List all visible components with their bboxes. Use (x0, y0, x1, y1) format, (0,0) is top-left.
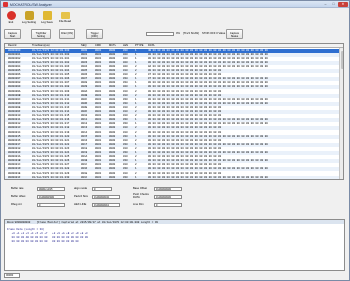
buffer-offset-field[interactable]: 0x00000300 (37, 194, 65, 199)
pack-size-field[interactable]: 0x00000040 (92, 194, 120, 199)
vertical-scrollbar[interactable] (339, 48, 343, 179)
window-title: MOCHATROL/SW Analyzer (10, 2, 52, 7)
rbeg-label: Rbeg cnt (11, 203, 22, 206)
exit-label: Exit (8, 20, 14, 24)
toolbar: Exit Log Setting Log Save File Read (3, 10, 349, 26)
exit-icon (6, 11, 16, 20)
pack-size-label: Pack'd Size (74, 195, 88, 198)
header-data[interactable]: DATA (148, 44, 343, 48)
capture-controls: Capture Start Trig/Filter Setting Filter… (4, 29, 348, 39)
detail-line: 00 00 00 00 00 00 00 00 00 00 00 00 00 0… (7, 240, 79, 243)
buffer-offset-label: Buffer offset (11, 195, 26, 198)
detail-line: +0 +1 +2 +3 +4 +5 +6 +7 +8 +9 +A +B +C +… (7, 232, 88, 235)
detail-line: 00 00 00 4B 00 00 00 00 00 00 00 00 00 0… (7, 236, 88, 239)
buffer-rate-label: Buffer rate (11, 187, 24, 190)
stop-status: STOP-OFF 0 Value (202, 32, 226, 36)
buffer-rate-field[interactable]: 0000xx015 (37, 186, 65, 191)
header-timestamp[interactable]: TimeStamp(us) (32, 44, 80, 48)
line-dim-label: Line Dim (133, 203, 144, 206)
maximize-button[interactable]: □ (330, 2, 337, 7)
scrollbar-thumb[interactable] (340, 51, 343, 69)
base-offset-field[interactable]: 0x00000000 (154, 186, 182, 191)
app-icon (3, 2, 8, 7)
close-button[interactable]: ✕ (338, 2, 348, 7)
trigger-button[interactable]: Trigger [OFF] (86, 29, 103, 39)
capture-status-button[interactable]: Capture Status (226, 29, 243, 39)
header-seq[interactable]: SEQ (81, 44, 94, 48)
hex-line-label: HEX LINE (74, 203, 87, 206)
progress-text: 0% (176, 32, 180, 36)
title-bar: MOCHATROL/SW Analyzer – □ ✕ (1, 1, 349, 8)
folder-icon (60, 12, 70, 19)
align-mode-field[interactable]: 0 (92, 186, 112, 191)
capture-start-button[interactable]: Capture Start (4, 29, 21, 39)
header-record[interactable]: Record (8, 44, 32, 48)
trig-filter-button[interactable]: Trig/Filter Setting (31, 29, 51, 39)
table-header: Record TimeStamp(us) SEQ CMD MCTL LEN PT… (5, 44, 343, 48)
app-window: MOCHATROL/SW Analyzer – □ ✕ Exit Log Set… (0, 0, 350, 281)
file-read-label: File Read (59, 19, 71, 23)
record-table[interactable]: Record TimeStamp(us) SEQ CMD MCTL LEN PT… (4, 43, 344, 180)
filter-button[interactable]: Filter [ON] (59, 29, 75, 39)
mctl-cell: 0000 (109, 175, 116, 179)
log-setting-button[interactable]: Log Setting (21, 10, 37, 26)
log-setting-label: Log Setting (21, 20, 37, 24)
capture-progress-bar (146, 32, 174, 36)
header-len[interactable]: LEN (123, 44, 134, 48)
scan-code: [TLV4 SCAN] (183, 32, 199, 36)
table-row[interactable]: 0000001F 01/Jan/1970 00:00:01.030 001F 0001… (5, 175, 343, 179)
push-checks-label: Push Checks DATA (133, 193, 149, 199)
hex-line-field[interactable]: 0x00000010 (92, 202, 120, 207)
push-checks-field[interactable]: 0x00000000 (154, 194, 182, 199)
detail-line: Frame Data (Length = 30) (7, 228, 45, 231)
base-offset-label: Base Offset (133, 187, 147, 190)
exit-button[interactable]: Exit (3, 10, 19, 26)
align-mode-label: align mode (74, 187, 88, 190)
file-read-button[interactable]: File Read (57, 10, 73, 26)
header-mctl[interactable]: MCTL (109, 44, 122, 48)
minimize-button[interactable]: – (322, 2, 329, 7)
save-icon (42, 11, 52, 20)
cmd-cell: 0001 (95, 175, 102, 179)
ptype-cell: 1 (135, 175, 137, 179)
rbeg-field[interactable]: 0 (37, 202, 65, 207)
len-cell: 030 (123, 175, 128, 179)
frame-detail-panel[interactable]: Record#00000000 [Frame Monitor] Captured… (4, 219, 345, 271)
seq-cell: 001F (81, 175, 88, 179)
data-cell: 00 00 00 00 00 00 00 00 00 00 00 00 00 0… (148, 175, 268, 179)
timestamp-cell: 01/Jan/1970 00:00:01.030 (32, 175, 70, 179)
gear-icon (24, 11, 34, 20)
log-save-label: Log Save (41, 20, 53, 24)
header-ptype[interactable]: PTYPE (135, 44, 147, 48)
detail-header: Record#00000000 [Frame Monitor] Captured… (7, 220, 158, 224)
log-save-button[interactable]: Log Save (39, 10, 55, 26)
status-field: 00000 (4, 273, 20, 278)
header-cmd[interactable]: CMD (95, 44, 108, 48)
record-cell: 0000001F (8, 175, 21, 179)
buffer-fields: Buffer rate 0000xx015 align mode 0 Base … (4, 185, 344, 217)
line-dim-field[interactable]: 0 (154, 202, 182, 207)
